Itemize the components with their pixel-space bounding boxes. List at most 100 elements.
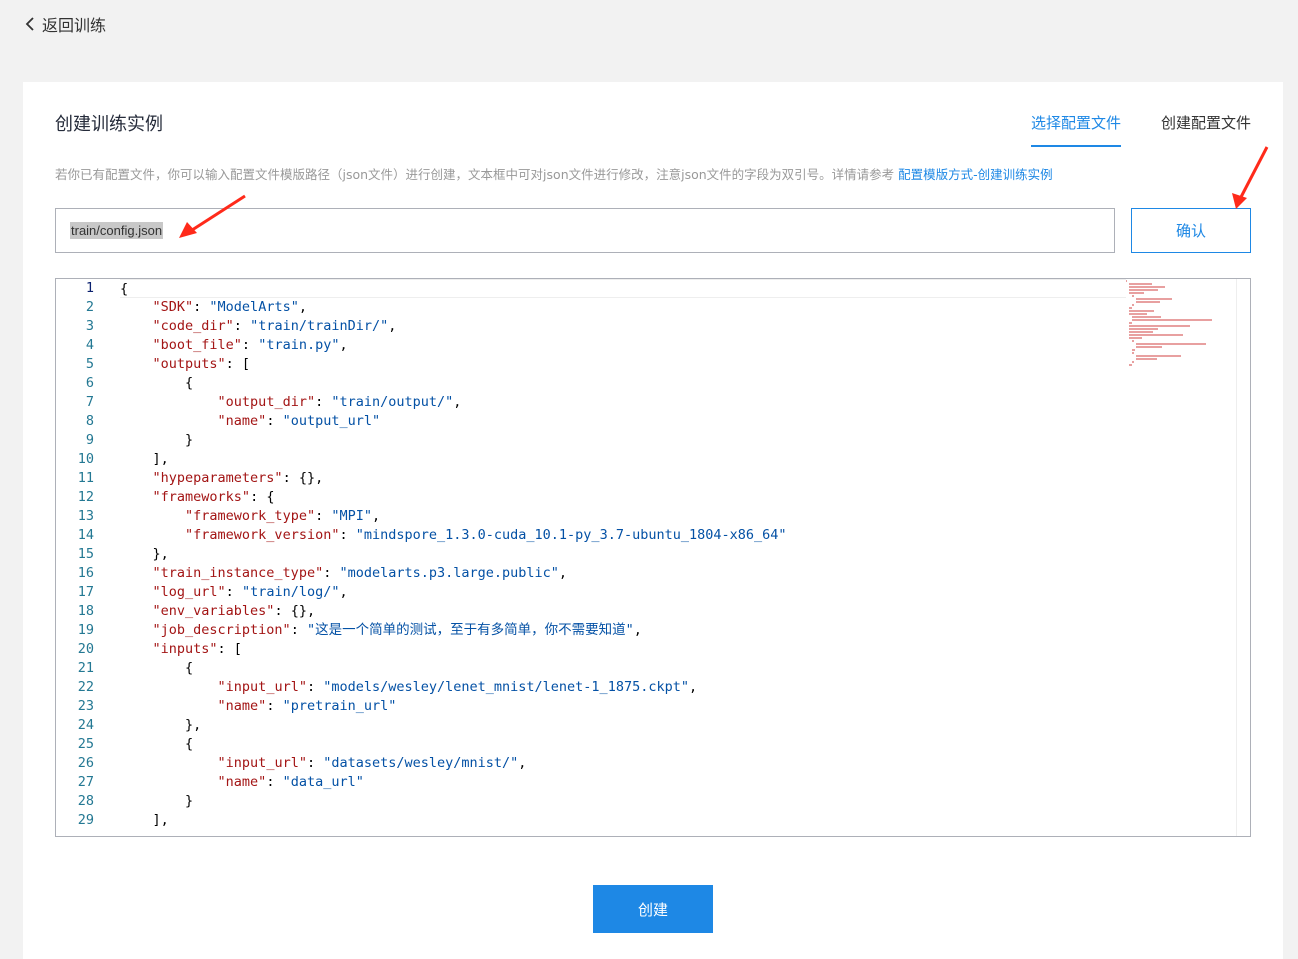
code-line: "input_url": "datasets/wesley/mnist/", — [217, 755, 527, 771]
code-line: "env_variables": {}, — [152, 603, 316, 619]
minimap-line — [1126, 280, 1128, 282]
minimap-line — [1129, 283, 1152, 285]
line-number: 1 — [85, 280, 94, 296]
minimap-line — [1132, 316, 1162, 318]
arrow-annotation-input — [179, 194, 246, 238]
line-number: 13 — [77, 508, 94, 524]
code-line: "boot_file": "train.py", — [152, 337, 348, 353]
config-path-value: train/config.json — [70, 222, 164, 239]
line-number: 9 — [85, 432, 94, 448]
line-number: 22 — [77, 679, 94, 695]
vertical-scrollbar[interactable] — [1236, 279, 1250, 836]
code-line: "name": "pretrain_url" — [217, 698, 397, 714]
code-line: "SDK": "ModelArts", — [152, 299, 307, 315]
minimap-line — [1129, 307, 1132, 309]
line-number: 15 — [77, 546, 94, 562]
minimap-line — [1132, 352, 1134, 354]
back-label: 返回训练 — [42, 16, 107, 35]
minimap-line — [1135, 301, 1160, 303]
minimap-line — [1135, 298, 1172, 300]
code-line: ], — [120, 812, 169, 828]
line-number: 24 — [77, 717, 94, 733]
hint-text: 若你已有配置文件，你可以输入配置文件模版路径（json文件）进行创建，文本框中可… — [55, 164, 1053, 183]
code-line: "log_url": "train/log/", — [152, 584, 348, 600]
create-button[interactable]: 创建 — [593, 885, 713, 933]
confirm-button[interactable]: 确认 — [1131, 208, 1251, 253]
minimap-line — [1135, 343, 1207, 345]
code-line: "framework_version": "mindspore_1.3.0-cu… — [185, 527, 787, 543]
minimap-line — [1132, 295, 1134, 297]
page-title: 创建训练实例 — [55, 114, 163, 135]
doc-link[interactable]: 配置模版方式-创建训练实例 — [898, 167, 1053, 182]
line-number: 14 — [77, 527, 94, 543]
code-line: "name": "output_url" — [217, 413, 381, 429]
minimap-line — [1129, 364, 1132, 366]
line-number: 27 — [77, 774, 94, 790]
minimap-line — [1132, 304, 1134, 306]
minimap-line — [1129, 322, 1132, 324]
line-number: 18 — [77, 603, 94, 619]
code-area[interactable]: { "SDK": "ModelArts", "code_dir": "train… — [120, 279, 1126, 836]
minimap-line — [1129, 331, 1154, 333]
code-line: { — [120, 736, 194, 752]
code-line: "outputs": [ — [152, 356, 251, 372]
code-line: "code_dir": "train/trainDir/", — [152, 318, 397, 334]
line-number: 7 — [85, 394, 94, 410]
line-number: 6 — [85, 375, 94, 391]
line-number: 10 — [77, 451, 94, 467]
chevron-left-icon — [25, 17, 34, 31]
code-line: "hypeparameters": {}, — [152, 470, 324, 486]
line-number: 5 — [85, 356, 94, 372]
arrow-annotation-confirm — [1232, 146, 1269, 209]
line-number: 16 — [77, 565, 94, 581]
minimap-line — [1129, 292, 1144, 294]
line-number: 28 — [77, 793, 94, 809]
minimap-line — [1129, 325, 1191, 327]
minimap-line — [1132, 349, 1135, 351]
minimap[interactable] — [1126, 279, 1236, 366]
line-number: 23 — [77, 698, 94, 714]
json-editor[interactable]: 1 2 3 4 5 6 7 8 9 10 11 12 13 14 15 16 17 18 19 20 21 22 23 24 2… — [55, 278, 1251, 837]
code-line: { — [120, 660, 194, 676]
code-line: }, — [120, 717, 202, 733]
line-number: 17 — [77, 584, 94, 600]
line-number: 2 — [85, 299, 94, 315]
code-line: }, — [120, 546, 169, 562]
line-number: 4 — [85, 337, 94, 353]
minimap-line — [1129, 310, 1155, 312]
code-line: { — [120, 279, 1126, 298]
line-number: 3 — [85, 318, 94, 334]
tab-create-config[interactable]: 创建配置文件 — [1161, 112, 1251, 147]
code-line: { — [120, 375, 194, 391]
minimap-line — [1132, 340, 1134, 342]
code-line: "job_description": "这是一个简单的测试，至于有多简单，你不需… — [152, 622, 642, 638]
minimap-line — [1129, 289, 1158, 291]
minimap-line — [1135, 355, 1182, 357]
code-line: "frameworks": { — [152, 489, 275, 505]
line-number: 12 — [77, 489, 94, 505]
tab-select-config[interactable]: 选择配置文件 — [1030, 112, 1121, 147]
code-line: "name": "data_url" — [217, 774, 364, 790]
line-number: 20 — [77, 641, 94, 657]
code-line: ], — [120, 451, 169, 467]
code-line: } — [120, 432, 194, 448]
minimap-line — [1129, 313, 1148, 315]
line-number: 8 — [85, 413, 94, 429]
line-number: 19 — [77, 622, 94, 638]
minimap-line — [1132, 319, 1213, 321]
minimap-line — [1132, 361, 1134, 363]
line-number: 21 — [77, 660, 94, 676]
code-line: } — [120, 793, 194, 809]
line-number: 25 — [77, 736, 94, 752]
line-number: 11 — [77, 470, 94, 486]
code-line: "train_instance_type": "modelarts.p3.lar… — [152, 565, 568, 581]
back-to-training-link[interactable]: 返回训练 — [24, 12, 106, 36]
line-number: 29 — [77, 812, 94, 828]
minimap-line — [1135, 358, 1158, 360]
minimap-line — [1129, 328, 1158, 330]
code-line: "output_dir": "train/output/", — [217, 394, 462, 410]
code-line: "input_url": "models/wesley/lenet_mnist/… — [217, 679, 698, 695]
minimap-line — [1129, 286, 1166, 288]
minimap-line — [1129, 334, 1184, 336]
line-numbers: 1 2 3 4 5 6 7 8 9 10 11 12 13 14 15 16 17 18 19 20 21 22 23 24 2… — [56, 279, 104, 836]
